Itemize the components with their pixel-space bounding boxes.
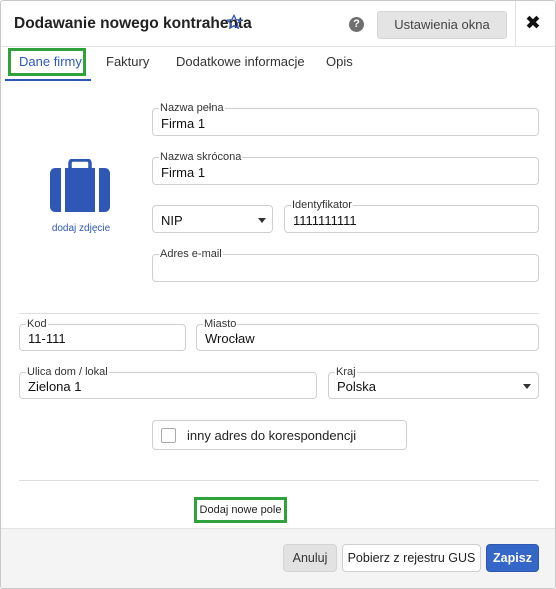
full-name-value: Firma 1 — [161, 116, 206, 131]
identifier-field[interactable]: Identyfikator 1111111111 — [284, 199, 539, 233]
header-divider — [515, 1, 516, 47]
postal-code-value: 11-111 — [28, 331, 66, 346]
close-icon[interactable]: ✖ — [525, 13, 541, 35]
chevron-down-icon — [523, 384, 531, 389]
country-value: Polska — [337, 379, 377, 394]
section-divider — [19, 313, 539, 314]
star-icon[interactable] — [225, 13, 243, 31]
cancel-button[interactable]: Anuluj — [283, 544, 337, 572]
briefcase-icon[interactable] — [49, 159, 111, 213]
alt-address-label: inny adres do korespondencji — [187, 428, 357, 443]
identifier-value: 1111111111 — [293, 213, 357, 228]
tab-invoices[interactable]: Faktury — [106, 47, 149, 81]
country-select[interactable]: Kraj Polska — [328, 366, 539, 399]
street-value: Zielona 1 — [28, 379, 82, 394]
tab-company-data[interactable]: Dane firmy — [19, 47, 82, 81]
tab-additional-info[interactable]: Dodatkowe informacje — [176, 47, 305, 81]
full-name-field[interactable]: Nazwa pełna Firma 1 — [152, 102, 539, 136]
alt-address-option[interactable]: inny adres do korespondencji — [152, 420, 407, 450]
window-settings-button[interactable]: Ustawienia okna — [377, 11, 507, 39]
id-type-value: NIP — [161, 213, 183, 228]
section-divider — [19, 480, 539, 481]
add-photo-link[interactable]: dodaj zdjęcie — [43, 223, 119, 234]
dialog-title: Dodawanie nowego kontrahenta — [14, 15, 252, 32]
city-value: Wrocław — [205, 331, 255, 346]
short-name-value: Firma 1 — [161, 165, 206, 180]
full-name-label: Nazwa pełna — [159, 102, 225, 114]
fetch-from-gus-button[interactable]: Pobierz z rejestru GUS — [342, 544, 481, 572]
postal-code-label: Kod — [26, 318, 48, 330]
active-tab-underline — [5, 79, 91, 81]
add-contractor-dialog: Dodawanie nowego kontrahenta ? Ustawieni… — [0, 0, 556, 589]
country-label: Kraj — [335, 366, 357, 378]
email-label: Adres e-mail — [159, 248, 223, 260]
street-label: Ulica dom / lokal — [26, 366, 109, 378]
chevron-down-icon — [258, 218, 266, 223]
alt-address-checkbox[interactable] — [161, 428, 176, 443]
short-name-label: Nazwa skrócona — [159, 151, 243, 163]
identifier-label: Identyfikator — [291, 199, 353, 211]
city-label: Miasto — [203, 318, 238, 330]
help-icon[interactable]: ? — [349, 17, 364, 32]
city-field[interactable]: Miasto Wrocław — [196, 318, 539, 351]
postal-code-field[interactable]: Kod 11-111 — [19, 318, 186, 351]
street-field[interactable]: Ulica dom / lokal Zielona 1 — [19, 366, 317, 399]
short-name-field[interactable]: Nazwa skrócona Firma 1 — [152, 151, 539, 185]
tab-description[interactable]: Opis — [326, 47, 353, 81]
id-type-select[interactable]: NIP — [152, 205, 273, 233]
save-button[interactable]: Zapisz — [486, 544, 539, 572]
email-field[interactable]: Adres e-mail — [152, 248, 539, 282]
tab-bar: Dane firmy Faktury Dodatkowe informacje … — [1, 47, 555, 83]
dialog-footer: Anuluj Pobierz z rejestru GUS Zapisz — [1, 528, 555, 588]
dialog-header: Dodawanie nowego kontrahenta ? Ustawieni… — [1, 1, 555, 47]
add-new-field-button[interactable]: Dodaj nowe pole — [194, 497, 287, 523]
